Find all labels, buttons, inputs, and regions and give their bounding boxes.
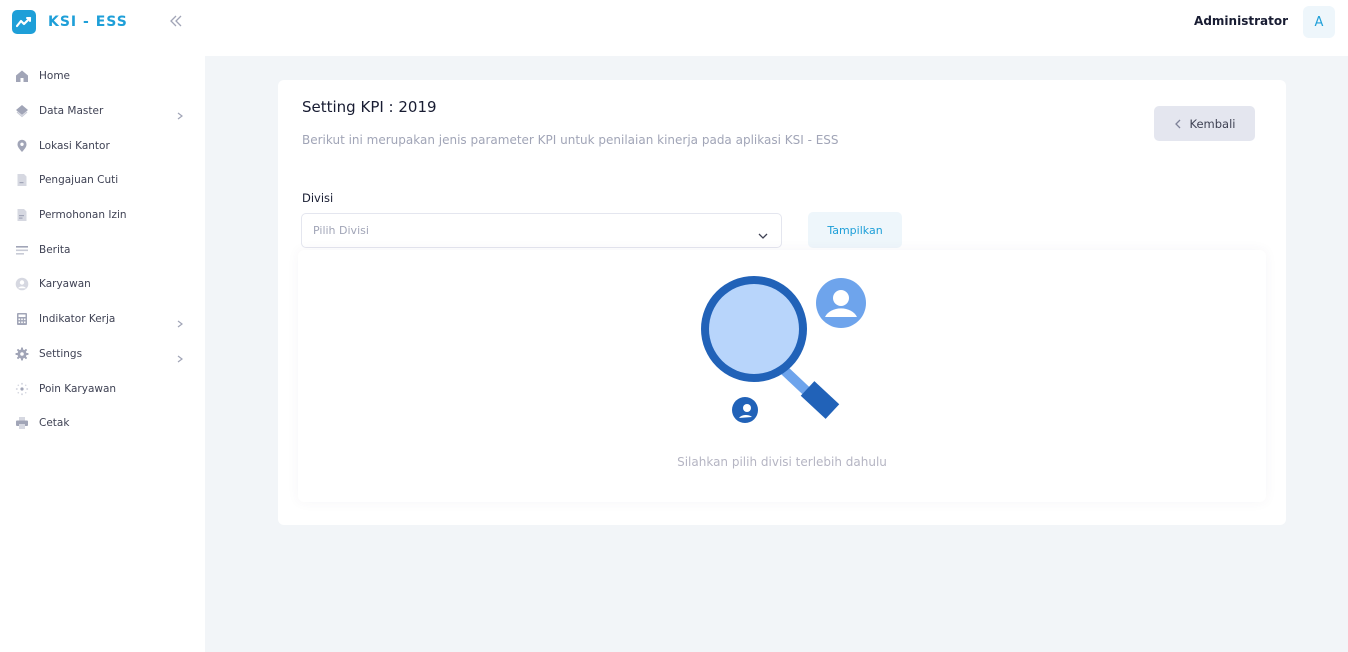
top-header: Administrator A [205,0,1348,56]
calculator-icon [15,312,29,326]
collapse-sidebar-icon[interactable] [168,13,184,29]
division-label: Divisi [302,191,334,205]
sidebar-item-settings[interactable]: Settings [0,337,205,372]
sidebar-item-permohonan-izin[interactable]: Permohonan Izin [0,198,205,233]
sidebar: KSI - ESS Home Data Master Lokasi Kantor [0,0,205,652]
page-title: Setting KPI : 2019 [302,98,437,116]
avatar[interactable]: A [1303,6,1335,38]
sidebar-item-poin-karyawan[interactable]: Poin Karyawan [0,371,205,406]
layers-icon [15,104,29,118]
sidebar-item-home[interactable]: Home [0,59,205,94]
sidebar-item-label: Settings [39,347,83,360]
sidebar-item-label: Poin Karyawan [39,382,117,395]
empty-state-message: Silahkan pilih divisi terlebih dahulu [677,455,887,469]
page-subtitle: Berikut ini merupakan jenis parameter KP… [302,133,839,147]
brand[interactable]: KSI - ESS [12,10,128,34]
sidebar-item-indikator-kerja[interactable]: Indikator Kerja [0,302,205,337]
user-circle-icon [15,277,29,291]
sidebar-item-label: Lokasi Kantor [39,139,110,152]
division-select-placeholder: Pilih Divisi [313,224,369,237]
chevron-down-icon [757,226,769,239]
sidebar-item-label: Karyawan [39,278,91,291]
document-icon [15,208,29,222]
sidebar-item-label: Indikator Kerja [39,313,116,326]
magnifier-illustration-icon [701,276,866,423]
sidebar-item-label: Home [39,70,71,83]
sidebar-menu: Home Data Master Lokasi Kantor Pengajuan… [0,59,205,441]
sidebar-item-pengajuan-cuti[interactable]: Pengajuan Cuti [0,163,205,198]
file-icon [15,173,29,187]
gear-icon [15,347,29,361]
chevron-right-icon [175,314,185,328]
brand-name: KSI - ESS [48,14,128,30]
news-icon [15,243,29,257]
sidebar-item-cetak[interactable]: Cetak [0,406,205,441]
user-name[interactable]: Administrator [1194,14,1288,28]
home-icon [15,69,29,83]
sidebar-item-label: Cetak [39,417,70,430]
sidebar-item-karyawan[interactable]: Karyawan [0,267,205,302]
sidebar-item-label: Pengajuan Cuti [39,174,119,187]
back-button-label: Kembali [1189,116,1236,131]
kpi-settings-card: Setting KPI : 2019 Berikut ini merupakan… [278,80,1286,525]
sidebar-item-label: Permohonan Izin [39,209,127,222]
sidebar-item-label: Berita [39,243,71,256]
sidebar-item-label: Data Master [39,105,104,118]
chevron-right-icon [175,106,185,120]
sparkle-icon [15,382,29,396]
sidebar-item-berita[interactable]: Berita [0,232,205,267]
division-select[interactable]: Pilih Divisi [301,213,782,248]
printer-icon [15,416,29,430]
back-button[interactable]: Kembali [1154,106,1255,141]
sidebar-item-data-master[interactable]: Data Master [0,94,205,129]
map-pin-icon [15,139,29,153]
chevron-right-icon [175,349,185,362]
show-button[interactable]: Tampilkan [808,212,902,248]
sidebar-item-lokasi-kantor[interactable]: Lokasi Kantor [0,128,205,163]
chevron-left-icon [1174,119,1182,129]
empty-state-panel: Silahkan pilih divisi terlebih dahulu [298,250,1266,502]
brand-logo-icon [12,10,36,34]
